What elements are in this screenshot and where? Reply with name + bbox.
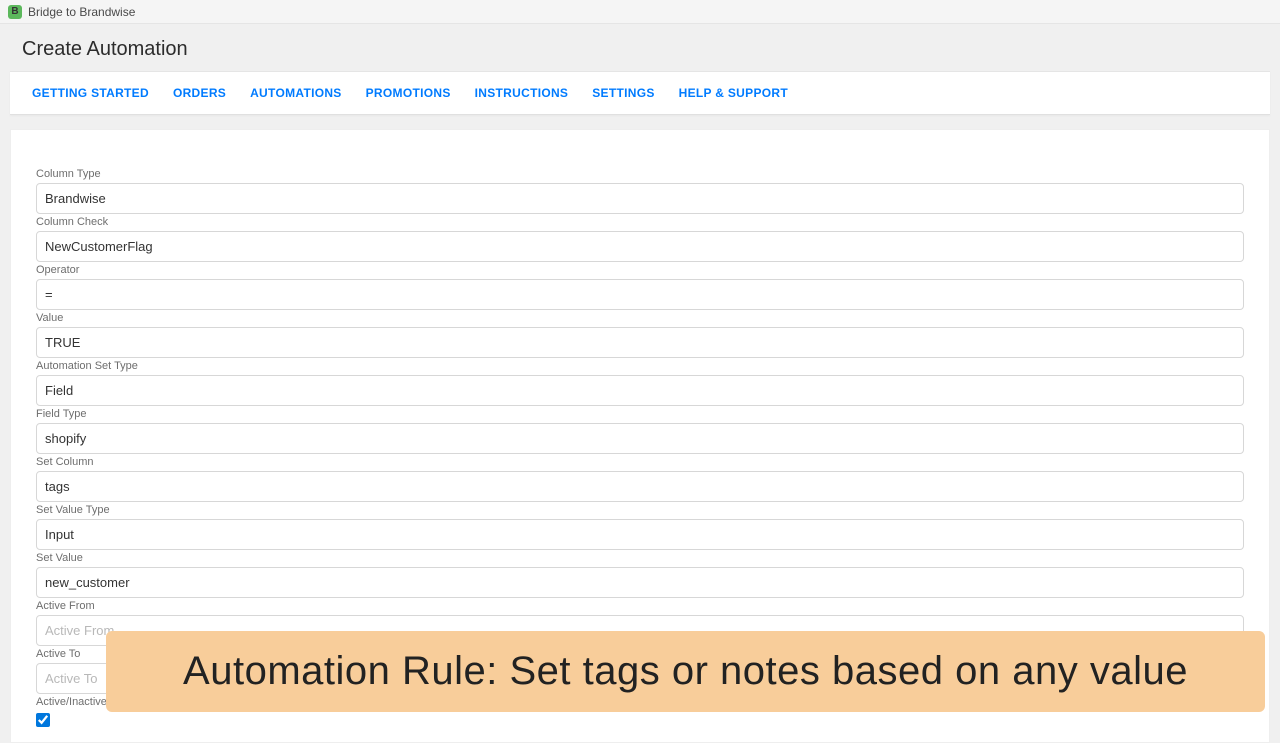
tabs-bar: GETTING STARTED ORDERS AUTOMATIONS PROMO…: [10, 71, 1270, 115]
app-header: B Bridge to Brandwise: [0, 0, 1280, 24]
tab-promotions[interactable]: PROMOTIONS: [366, 72, 451, 114]
label-operator: Operator: [36, 264, 1244, 276]
label-column-check: Column Check: [36, 216, 1244, 228]
label-value: Value: [36, 312, 1244, 324]
input-field-type[interactable]: [36, 423, 1244, 454]
checkbox-active-inactive[interactable]: [36, 713, 50, 727]
input-value[interactable]: [36, 327, 1244, 358]
tab-instructions[interactable]: INSTRUCTIONS: [475, 72, 569, 114]
label-set-column: Set Column: [36, 456, 1244, 468]
page-title: Create Automation: [0, 24, 1280, 71]
input-column-type[interactable]: [36, 183, 1244, 214]
input-column-check[interactable]: [36, 231, 1244, 262]
input-automation-set-type[interactable]: [36, 375, 1244, 406]
tab-automations[interactable]: AUTOMATIONS: [250, 72, 342, 114]
input-set-column[interactable]: [36, 471, 1244, 502]
label-automation-set-type: Automation Set Type: [36, 360, 1244, 372]
label-field-type: Field Type: [36, 408, 1244, 420]
tab-orders[interactable]: ORDERS: [173, 72, 226, 114]
input-set-value[interactable]: [36, 567, 1244, 598]
tab-settings[interactable]: SETTINGS: [592, 72, 654, 114]
label-set-value: Set Value: [36, 552, 1244, 564]
input-operator[interactable]: [36, 279, 1244, 310]
tab-getting-started[interactable]: GETTING STARTED: [32, 72, 149, 114]
label-set-value-type: Set Value Type: [36, 504, 1244, 516]
label-column-type: Column Type: [36, 168, 1244, 180]
info-banner: Automation Rule: Set tags or notes based…: [106, 631, 1265, 712]
label-active-from: Active From: [36, 600, 1244, 612]
tab-help[interactable]: HELP & SUPPORT: [679, 72, 788, 114]
input-set-value-type[interactable]: [36, 519, 1244, 550]
app-logo-icon: B: [8, 5, 22, 19]
app-title: Bridge to Brandwise: [28, 5, 135, 19]
